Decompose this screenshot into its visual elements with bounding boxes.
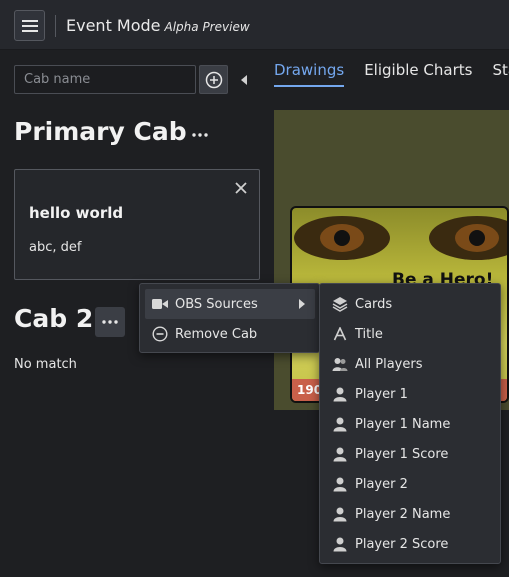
submenu-item-player-1-score[interactable]: Player 1 Score xyxy=(325,439,495,469)
submenu-item-all-players[interactable]: All Players xyxy=(325,349,495,379)
add-cab-button[interactable] xyxy=(199,65,228,94)
submenu-item-cards[interactable]: Cards xyxy=(325,289,495,319)
collapse-sidebar-icon[interactable] xyxy=(240,75,248,85)
video-camera-icon xyxy=(152,296,168,312)
submenu-item-label: Player 2 Score xyxy=(355,536,449,552)
close-icon[interactable] xyxy=(235,182,247,194)
submenu-item-label: Player 2 xyxy=(355,476,408,492)
ellipsis-icon xyxy=(102,320,118,324)
drawing-card: hello world abc, def xyxy=(14,169,260,280)
submenu-item-label: Player 2 Name xyxy=(355,506,451,522)
person-icon xyxy=(332,446,348,462)
tab-eligible-charts[interactable]: Eligible Charts xyxy=(364,61,472,85)
app-title-text: Event Mode xyxy=(66,16,161,35)
person-icon xyxy=(332,476,348,492)
cab-heading-2: Cab 2 xyxy=(14,304,94,333)
menu-item-remove-cab[interactable]: Remove Cab xyxy=(145,319,315,349)
no-match-text: No match xyxy=(14,357,77,372)
header-divider xyxy=(55,15,56,37)
cab-context-menu: OBS Sources Remove Cab xyxy=(139,283,320,353)
submenu-item-player-2[interactable]: Player 2 xyxy=(325,469,495,499)
tab-bar: Drawings Eligible Charts Start xyxy=(274,60,509,92)
submenu-item-player-2-score[interactable]: Player 2 Score xyxy=(325,529,495,559)
cab-name-input[interactable] xyxy=(14,65,196,94)
minus-circle-icon xyxy=(152,326,168,342)
person-icon xyxy=(332,386,348,402)
menu-item-obs-sources[interactable]: OBS Sources xyxy=(145,289,315,319)
plus-circle-icon xyxy=(205,71,222,88)
submenu-item-player-1-name[interactable]: Player 1 Name xyxy=(325,409,495,439)
person-icon xyxy=(332,536,348,552)
menu-item-label: OBS Sources xyxy=(175,296,258,312)
menu-item-label: Remove Cab xyxy=(175,326,258,342)
submenu-item-label: Player 1 Name xyxy=(355,416,451,432)
hamburger-menu-button[interactable] xyxy=(14,10,45,41)
ellipsis-icon xyxy=(192,133,208,137)
submenu-item-player-2-name[interactable]: Player 2 Name xyxy=(325,499,495,529)
person-icon xyxy=(332,506,348,522)
tab-drawings[interactable]: Drawings xyxy=(274,61,345,87)
primary-cab-options-button[interactable] xyxy=(185,120,215,150)
cab-heading-primary: Primary Cab xyxy=(14,117,187,146)
tab-start[interactable]: Start xyxy=(492,61,509,85)
hamburger-icon xyxy=(21,19,38,32)
top-bar: Event Mode Alpha Preview xyxy=(0,0,509,50)
cab2-options-button[interactable] xyxy=(95,307,125,337)
card-title: hello world xyxy=(29,204,124,222)
app-title: Event Mode Alpha Preview xyxy=(66,16,250,35)
submenu-item-player-1[interactable]: Player 1 xyxy=(325,379,495,409)
submenu-item-label: Title xyxy=(355,326,383,342)
submenu-item-title[interactable]: Title xyxy=(325,319,495,349)
layers-icon xyxy=(332,296,348,312)
submenu-item-label: Player 1 xyxy=(355,386,408,402)
obs-sources-submenu: Cards Title All Players Player 1 Player … xyxy=(319,283,501,564)
submenu-item-label: Player 1 Score xyxy=(355,446,449,462)
person-icon xyxy=(332,416,348,432)
submenu-item-label: Cards xyxy=(355,296,393,312)
people-icon xyxy=(332,356,348,372)
submenu-item-label: All Players xyxy=(355,356,423,372)
app-subtitle: Alpha Preview xyxy=(164,20,250,34)
text-icon xyxy=(332,326,348,342)
card-subtitle: abc, def xyxy=(29,240,82,255)
chevron-right-icon xyxy=(299,299,305,309)
